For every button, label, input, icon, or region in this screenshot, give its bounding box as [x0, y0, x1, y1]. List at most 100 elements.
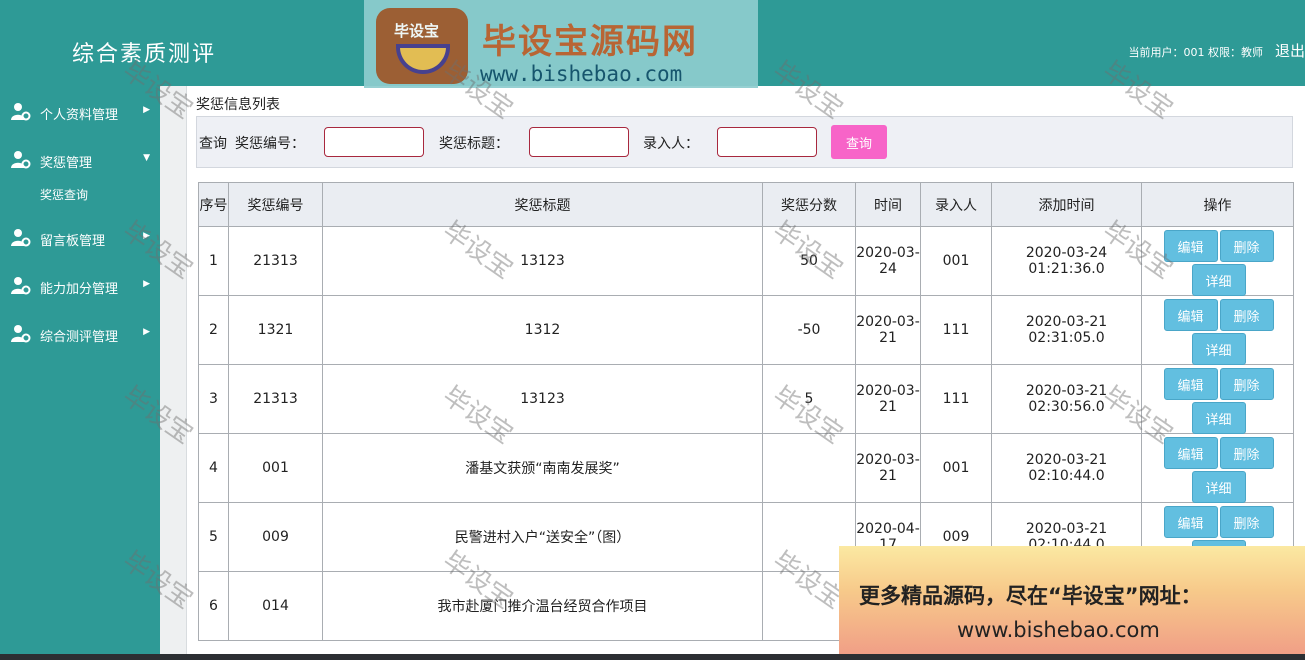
sidebar-item-evaluation[interactable]: 综合测评管理 ▶ — [0, 312, 160, 352]
sidebar-item-label: 能力加分管理 — [40, 282, 119, 297]
user-gear-icon — [11, 277, 31, 295]
edit-button[interactable]: 编辑 — [1163, 230, 1218, 262]
cell-date: 2020-03-21 — [855, 433, 921, 503]
sidebar-subitem-reward-query[interactable]: 奖惩查询 — [40, 186, 88, 203]
sidebar-item-label: 综合测评管理 — [40, 330, 119, 345]
current-user-info: 当前用户：001 权限：教师 — [1128, 46, 1264, 59]
column-header: 操作 — [1141, 182, 1294, 227]
cell-added-time: 2020-03-24 01:21:36.0 — [991, 226, 1142, 296]
cell-added-time: 2020-03-21 02:31:05.0 — [991, 295, 1142, 365]
sidebar-item-profile[interactable]: 个人资料管理 ▶ — [0, 90, 160, 130]
cell-no: 4 — [198, 433, 229, 503]
logo-watermark-banner: 毕设宝 毕设宝源码网 www.bishebao.com — [364, 0, 758, 88]
cell-code: 21313 — [228, 364, 323, 434]
chevron-right-icon: ▶ — [143, 105, 150, 115]
cell-date: 2020-03-21 — [855, 364, 921, 434]
column-header: 奖惩编号 — [228, 182, 323, 227]
cell-code: 001 — [228, 433, 323, 503]
cell-recorder: 111 — [920, 364, 992, 434]
table-row: 4 001 潘基文获颁“南南发展奖” 2020-03-21 001 2020-0… — [198, 433, 1294, 503]
cell-added-time: 2020-03-21 02:30:56.0 — [991, 364, 1142, 434]
cell-score — [762, 433, 856, 503]
logout-link[interactable]: 退出 — [1275, 40, 1305, 61]
delete-button[interactable]: 删除 — [1219, 230, 1274, 262]
chevron-right-icon: ▶ — [143, 279, 150, 289]
delete-button[interactable]: 删除 — [1219, 437, 1274, 469]
column-header: 奖惩分数 — [762, 182, 856, 227]
logo-mascot-icon — [396, 44, 450, 74]
column-header: 奖惩标题 — [322, 182, 763, 227]
detail-button[interactable]: 详细 — [1191, 333, 1246, 365]
cell-no: 5 — [198, 502, 229, 572]
cell-score: 5 — [762, 364, 856, 434]
delete-button[interactable]: 删除 — [1219, 299, 1274, 331]
cell-code: 014 — [228, 571, 323, 641]
sidebar-item-ability-points[interactable]: 能力加分管理 ▶ — [0, 264, 160, 304]
cell-added-time: 2020-03-21 02:10:44.0 — [991, 433, 1142, 503]
column-header: 时间 — [855, 182, 921, 227]
cell-date: 2020-03-24 — [855, 226, 921, 296]
table-row: 1 21313 13123 50 2020-03-24 001 2020-03-… — [198, 226, 1294, 296]
cell-ops: 编辑 删除 详细 — [1141, 433, 1294, 503]
cell-no: 2 — [198, 295, 229, 365]
system-title: 综合素质测评 — [72, 42, 217, 67]
user-gear-icon — [11, 325, 31, 343]
edit-button[interactable]: 编辑 — [1163, 299, 1218, 331]
cell-ops: 编辑 删除 详细 — [1141, 226, 1294, 296]
detail-button[interactable]: 详细 — [1191, 402, 1246, 434]
sidebar-item-rewards[interactable]: 奖惩管理 ▼ — [0, 138, 160, 178]
column-header: 添加时间 — [991, 182, 1142, 227]
cell-recorder: 111 — [920, 295, 992, 365]
edit-button[interactable]: 编辑 — [1163, 437, 1218, 469]
page-title: 奖惩信息列表 — [196, 97, 280, 113]
search-bar: 查询 奖惩编号： 奖惩标题： 录入人： 查询 — [196, 116, 1293, 168]
cell-ops: 编辑 删除 详细 — [1141, 295, 1294, 365]
cell-title: 我市赴厦门推介温台经贸合作项目 — [322, 571, 763, 641]
user-gear-icon — [11, 229, 31, 247]
chevron-right-icon: ▶ — [143, 231, 150, 241]
cell-title: 1312 — [322, 295, 763, 365]
recorder-input[interactable] — [717, 127, 817, 157]
delete-button[interactable]: 删除 — [1219, 368, 1274, 400]
cell-no: 6 — [198, 571, 229, 641]
cell-no: 3 — [198, 364, 229, 434]
table-row: 2 1321 1312 -50 2020-03-21 111 2020-03-2… — [198, 295, 1294, 365]
bottom-taskbar-strip — [0, 654, 1305, 660]
reward-title-input[interactable] — [529, 127, 629, 157]
user-gear-icon — [11, 103, 31, 121]
sidebar-item-label: 奖惩管理 — [40, 156, 93, 171]
search-title-label: 奖惩标题： — [439, 136, 509, 152]
search-query-label: 查询 — [199, 136, 227, 152]
column-header: 序号 — [198, 182, 229, 227]
detail-button[interactable]: 详细 — [1191, 471, 1246, 503]
sidebar-gutter — [160, 86, 187, 660]
user-gear-icon — [11, 151, 31, 169]
search-button[interactable]: 查询 — [831, 125, 887, 159]
cell-title: 民警进村入户“送安全”（图） — [322, 502, 763, 572]
cell-code: 009 — [228, 502, 323, 572]
app-window: 综合素质测评 当前用户：001 权限：教师 退出 毕设宝 毕设宝源码网 www.… — [0, 0, 1305, 660]
detail-button[interactable]: 详细 — [1191, 264, 1246, 296]
search-recorder-label: 录入人： — [643, 136, 699, 152]
table-header-row: 序号 奖惩编号 奖惩标题 奖惩分数 时间 录入人 添加时间 操作 — [198, 182, 1294, 227]
search-code-label: 奖惩编号： — [235, 136, 305, 152]
cell-score: -50 — [762, 295, 856, 365]
cell-recorder: 001 — [920, 433, 992, 503]
sidebar: 个人资料管理 ▶ 奖惩管理 ▼ 奖惩查询 留言板管理 ▶ 能力加分管理 ▶ 综合… — [0, 86, 160, 660]
cell-title: 潘基文获颁“南南发展奖” — [322, 433, 763, 503]
sidebar-item-label: 个人资料管理 — [40, 108, 119, 123]
cell-date: 2020-03-21 — [855, 295, 921, 365]
cell-ops: 编辑 删除 详细 — [1141, 364, 1294, 434]
logo-badge: 毕设宝 — [376, 8, 468, 84]
cell-score: 50 — [762, 226, 856, 296]
logo-url-text: www.bishebao.com — [480, 62, 683, 86]
edit-button[interactable]: 编辑 — [1163, 506, 1218, 538]
promo-url: www.bishebao.com — [957, 618, 1160, 642]
reward-code-input[interactable] — [324, 127, 424, 157]
sidebar-item-label: 留言板管理 — [40, 234, 106, 249]
logo-badge-text: 毕设宝 — [394, 22, 440, 40]
sidebar-item-messageboard[interactable]: 留言板管理 ▶ — [0, 216, 160, 256]
delete-button[interactable]: 删除 — [1219, 506, 1274, 538]
table-row: 3 21313 13123 5 2020-03-21 111 2020-03-2… — [198, 364, 1294, 434]
edit-button[interactable]: 编辑 — [1163, 368, 1218, 400]
